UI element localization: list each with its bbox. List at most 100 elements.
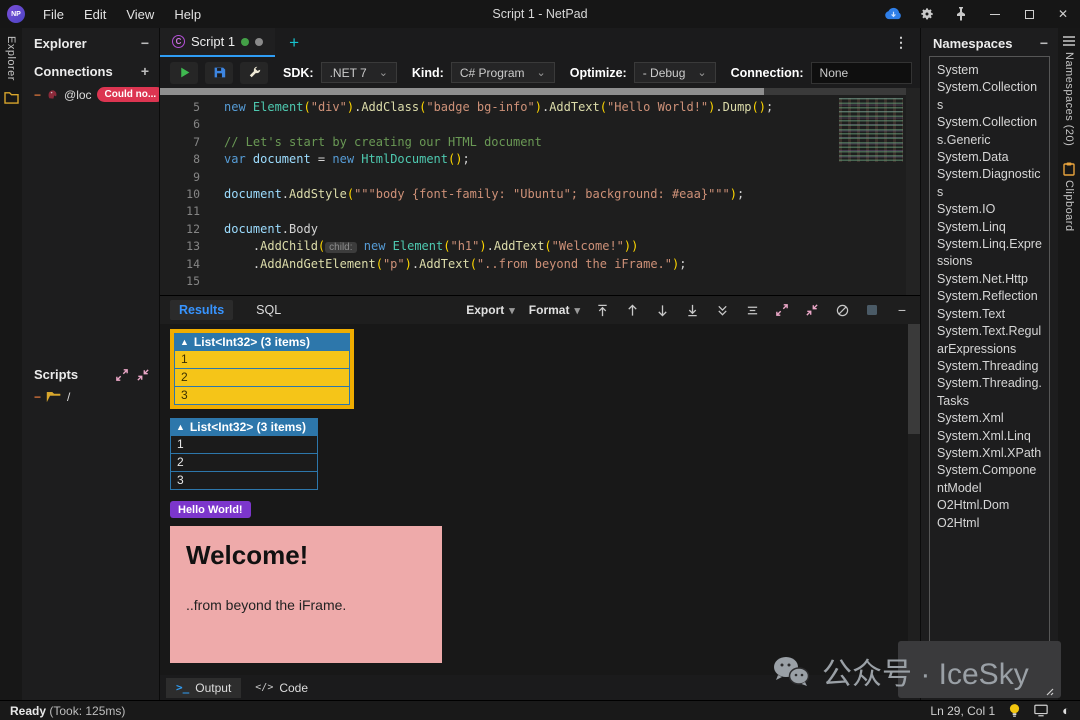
menu-help[interactable]: Help: [164, 0, 211, 28]
scroll-to-top-icon[interactable]: [594, 304, 610, 317]
namespace-item[interactable]: System.Collections.Generic: [937, 114, 1042, 149]
arrow-up-icon[interactable]: [624, 304, 640, 317]
terminal-icon: >_: [176, 681, 189, 694]
monitor-icon[interactable]: [1034, 704, 1048, 717]
namespace-item[interactable]: System.Text: [937, 306, 1042, 323]
namespace-item[interactable]: System: [937, 62, 1042, 79]
resize-grip-icon[interactable]: [1044, 686, 1054, 696]
namespace-item[interactable]: System.Linq.Expressions: [937, 236, 1042, 271]
right-activity-bar: Namespaces (20) Clipboard: [1058, 28, 1080, 700]
code-text: .AddAndGetElement("p").AddText("..from b…: [224, 256, 686, 273]
expand-all-icon[interactable]: [116, 369, 128, 381]
results-scrollbar[interactable]: [908, 324, 920, 675]
add-connection-icon[interactable]: +: [141, 63, 149, 79]
folder-icon[interactable]: [4, 91, 19, 104]
collapse-namespaces-icon[interactable]: −: [1040, 35, 1048, 51]
minimap[interactable]: [839, 98, 903, 162]
chevron-double-down-icon[interactable]: [714, 304, 730, 317]
kind-dropdown[interactable]: C# Program ⌄: [451, 62, 555, 83]
namespace-item[interactable]: System.Xml: [937, 410, 1042, 427]
horizontal-scrollbar[interactable]: [160, 88, 906, 95]
theme-toggle-icon[interactable]: ◐: [1062, 703, 1070, 718]
code-line[interactable]: 5new Element("div").AddClass("badge bg-i…: [160, 99, 840, 116]
scrollbar-thumb[interactable]: [908, 324, 920, 434]
menu-file[interactable]: File: [33, 0, 74, 28]
tab-results[interactable]: Results: [170, 300, 233, 320]
scrollbar-thumb[interactable]: [160, 88, 764, 95]
code-line[interactable]: 10document.AddStyle("""body {font-family…: [160, 186, 840, 203]
result-table-header[interactable]: ▲List<Int32> (3 items): [174, 333, 350, 351]
collapse-results-icon[interactable]: [804, 304, 820, 316]
vertical-scrollbar[interactable]: [906, 88, 920, 295]
export-menu[interactable]: Export ▾: [466, 303, 515, 317]
pin-icon[interactable]: [944, 0, 978, 28]
sdk-dropdown[interactable]: .NET 7 ⌄: [321, 62, 397, 83]
format-menu[interactable]: Format ▾: [529, 303, 580, 317]
namespace-item[interactable]: System.Linq: [937, 219, 1042, 236]
expand-results-icon[interactable]: [774, 304, 790, 316]
namespace-item[interactable]: O2Html: [937, 515, 1042, 532]
explorer-strip-tab[interactable]: Explorer: [5, 36, 17, 81]
namespace-item[interactable]: System.Net.Http: [937, 271, 1042, 288]
code-editor[interactable]: 5new Element("div").AddClass("badge bg-i…: [160, 88, 920, 295]
tree-expand-icon[interactable]: −: [34, 390, 41, 404]
tab-output[interactable]: >_ Output: [166, 678, 241, 698]
namespace-item[interactable]: O2Html.Dom: [937, 497, 1042, 514]
tree-expand-icon[interactable]: −: [34, 88, 41, 102]
code-line[interactable]: 9: [160, 169, 840, 186]
code-line[interactable]: 11: [160, 203, 840, 220]
optimize-dropdown[interactable]: - Debug ⌄: [634, 62, 716, 83]
namespace-item[interactable]: System.Threading: [937, 358, 1042, 375]
connection-item[interactable]: − @loc Could no...: [22, 84, 159, 105]
connection-name: @loc: [64, 88, 92, 102]
lightbulb-icon[interactable]: [1009, 703, 1020, 718]
scripts-folder-item[interactable]: − /: [22, 387, 159, 407]
namespace-item[interactable]: System.Xml.Linq: [937, 428, 1042, 445]
cursor-position[interactable]: Ln 29, Col 1: [930, 704, 995, 718]
namespace-item[interactable]: System.Threading.Tasks: [937, 375, 1042, 410]
code-line[interactable]: 7// Let's start by creating our HTML doc…: [160, 134, 840, 151]
namespace-item[interactable]: System.Data: [937, 149, 1042, 166]
clipboard-strip-tab[interactable]: Clipboard: [1063, 180, 1075, 232]
code-line[interactable]: 15: [160, 273, 840, 290]
collapse-all-icon[interactable]: [137, 369, 149, 381]
arrow-down-icon[interactable]: [654, 304, 670, 317]
line-number: 6: [160, 116, 200, 133]
maximize-button[interactable]: [1012, 0, 1046, 28]
namespace-item[interactable]: System.ComponentModel: [937, 462, 1042, 497]
collapse-panel-icon[interactable]: −: [894, 302, 910, 318]
tab-sql[interactable]: SQL: [247, 300, 290, 320]
namespace-item[interactable]: System.IO: [937, 201, 1042, 218]
new-tab-button[interactable]: +: [275, 28, 313, 57]
settings-gear-icon[interactable]: [910, 0, 944, 28]
close-button[interactable]: ✕: [1046, 0, 1080, 28]
result-table-header[interactable]: ▲List<Int32> (3 items): [170, 418, 318, 436]
menu-edit[interactable]: Edit: [74, 0, 116, 28]
clear-results-icon[interactable]: [834, 304, 850, 317]
collapse-depth-icon[interactable]: [744, 304, 760, 317]
namespace-item[interactable]: System.Diagnostics: [937, 166, 1042, 201]
code-line[interactable]: 8var document = new HtmlDocument();: [160, 151, 840, 168]
code-line[interactable]: 12document.Body: [160, 221, 840, 238]
card-view-icon[interactable]: [864, 304, 880, 316]
namespaces-strip-tab[interactable]: Namespaces (20): [1063, 52, 1075, 146]
namespace-item[interactable]: System.Reflection: [937, 288, 1042, 305]
namespace-item[interactable]: System.Xml.XPath: [937, 445, 1042, 462]
menu-view[interactable]: View: [116, 0, 164, 28]
cloud-sync-icon[interactable]: [876, 0, 910, 28]
code-line[interactable]: 14 .AddAndGetElement("p").AddText("..fro…: [160, 256, 840, 273]
scroll-to-bottom-icon[interactable]: [684, 304, 700, 317]
connection-input[interactable]: None: [811, 62, 912, 84]
minimize-button[interactable]: [978, 0, 1012, 28]
run-button[interactable]: [170, 62, 198, 84]
properties-wrench-icon[interactable]: [240, 62, 268, 84]
tab-code[interactable]: </> Code: [245, 678, 318, 698]
namespace-item[interactable]: System.Text.RegularExpressions: [937, 323, 1042, 358]
save-button[interactable]: [205, 62, 233, 84]
tab-overflow-menu-icon[interactable]: ⋮: [882, 28, 920, 57]
code-line[interactable]: 6: [160, 116, 840, 133]
collapse-explorer-icon[interactable]: −: [141, 35, 149, 51]
code-line[interactable]: 13 .AddChild(child: new Element("h1").Ad…: [160, 238, 840, 255]
namespace-item[interactable]: System.Collections: [937, 79, 1042, 114]
tab-script-1[interactable]: C Script 1: [160, 28, 275, 57]
